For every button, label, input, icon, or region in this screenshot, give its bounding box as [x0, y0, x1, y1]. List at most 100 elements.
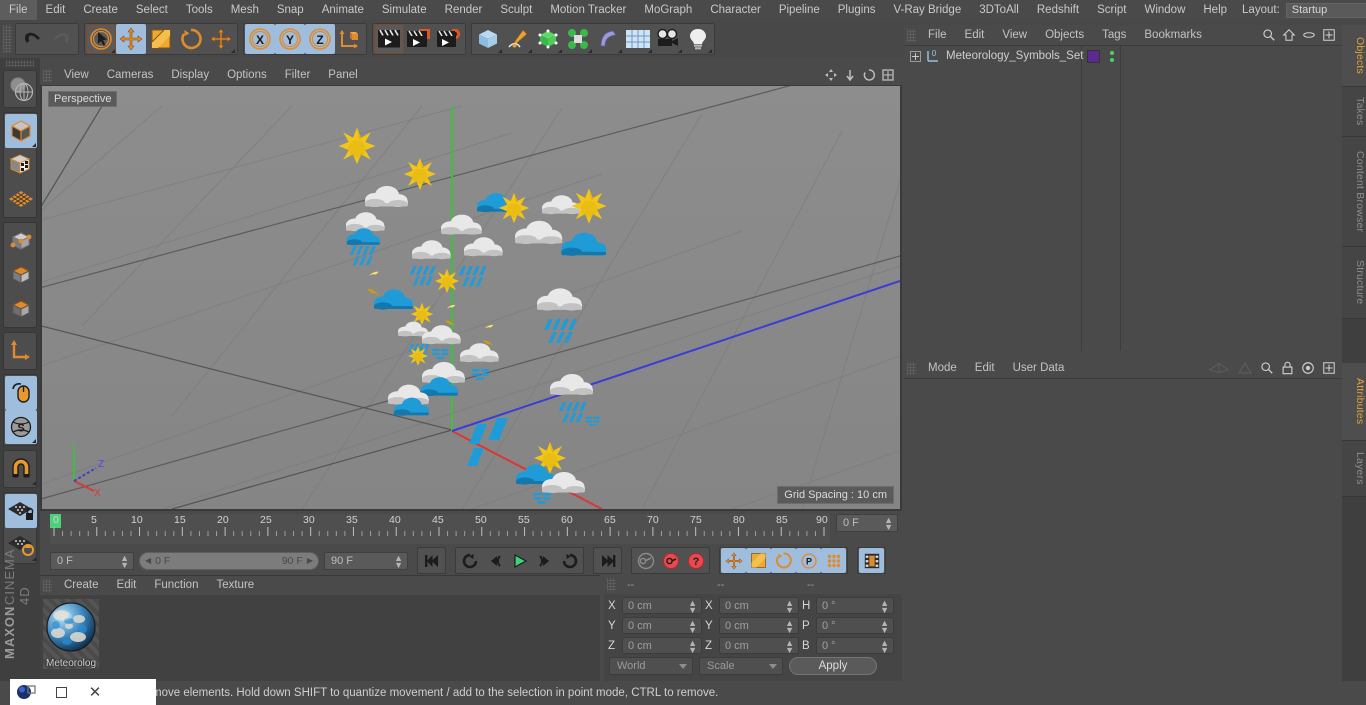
position-key-button[interactable] [721, 548, 746, 573]
coord-size-y-field[interactable]: 0 cm ▲ ▼ [719, 617, 799, 635]
menu-item-animate[interactable]: Animate [313, 0, 373, 20]
coordinate-mode-select[interactable]: Scale [699, 657, 783, 675]
coord-rot-b-field[interactable]: 0 ° ▲ ▼ [816, 637, 894, 655]
viewport-3d-canvas[interactable]: Perspective Grid Spacing : 10 cm Y X Z [42, 86, 900, 509]
menu-item-help[interactable]: Help [1194, 0, 1236, 20]
material-manager-body[interactable]: Meteorolog [40, 595, 600, 682]
spinner-icon[interactable]: ▲ ▼ [688, 639, 697, 655]
param-key-button[interactable]: P [796, 548, 821, 573]
apply-button[interactable]: Apply [789, 657, 877, 675]
scale-tool-button[interactable] [146, 24, 176, 54]
spinner-icon[interactable]: ▲ ▼ [884, 516, 893, 532]
tab-structure[interactable]: Structure [1342, 247, 1366, 319]
layout-select[interactable]: Startup [1285, 2, 1366, 18]
model-mode-button[interactable] [5, 114, 37, 148]
coord-pos-y-field[interactable]: 0 cm ▲ ▼ [622, 617, 702, 635]
step-back-button[interactable] [482, 548, 507, 573]
attribute-menu-user-data[interactable]: User Data [1004, 358, 1074, 378]
menu-item-render[interactable]: Render [436, 0, 492, 20]
menu-item-file[interactable]: File [0, 0, 37, 20]
menu-item-plugins[interactable]: Plugins [829, 0, 885, 20]
spinner-icon[interactable]: ▲ ▼ [785, 639, 794, 655]
coord-size-z-field[interactable]: 0 cm ▲ ▼ [719, 637, 799, 655]
coordinate-system-select[interactable]: World [609, 657, 693, 675]
search-icon[interactable] [1262, 28, 1276, 42]
move-duplicate-button[interactable] [206, 24, 236, 54]
step-forward-button[interactable] [532, 548, 557, 573]
current-frame-field[interactable]: 0 F ▲ ▼ [50, 551, 134, 570]
point-level-anim-button[interactable] [821, 548, 846, 573]
menu-item-edit[interactable]: Edit [37, 0, 75, 20]
viewport-menu-cameras[interactable]: Cameras [98, 65, 163, 85]
timeline-view-button[interactable] [859, 548, 884, 573]
timeline-ruler[interactable]: 0 5 10 15 20 25 30 35 40 45 50 55 60 65 … [50, 514, 830, 544]
coord-rot-p-field[interactable]: 0 ° ▲ ▼ [816, 617, 894, 635]
tab-layers[interactable]: Layers [1342, 441, 1366, 497]
keyframe-selection-button[interactable]: ? [683, 548, 708, 573]
minimize-panel-icon[interactable] [1302, 28, 1316, 42]
menu-item-3dtoall[interactable]: 3DToAll [970, 0, 1028, 20]
menu-item-snap[interactable]: Snap [268, 0, 313, 20]
viewport-menu-options[interactable]: Options [218, 65, 276, 85]
expand-panel-icon[interactable] [1322, 28, 1336, 42]
add-generator-button[interactable] [533, 24, 563, 54]
object-menu-tags[interactable]: Tags [1093, 25, 1135, 45]
material-menu-texture[interactable]: Texture [207, 576, 263, 595]
object-menu-objects[interactable]: Objects [1036, 25, 1093, 45]
spinner-icon[interactable]: ▲ ▼ [785, 599, 794, 615]
expand-panel-icon[interactable] [1322, 361, 1336, 375]
coord-size-x-field[interactable]: 0 cm ▲ ▼ [719, 597, 799, 615]
coord-rot-h-field[interactable]: 0 ° ▲ ▼ [816, 597, 894, 615]
attribute-manager-grip[interactable] [907, 361, 916, 375]
expand-toggle-icon[interactable] [910, 50, 921, 62]
polygons-mode-button[interactable] [5, 292, 37, 326]
frame-range-slider[interactable]: ◀ 0 F 90 F ▶ [139, 551, 319, 570]
left-toolbar-grip[interactable] [6, 60, 34, 67]
render-to-picture-viewer-button[interactable] [404, 24, 434, 54]
object-menu-bookmarks[interactable]: Bookmarks [1135, 25, 1211, 45]
viewport-menu-display[interactable]: Display [162, 65, 218, 85]
menu-item-script[interactable]: Script [1088, 0, 1135, 20]
viewport-grip[interactable] [43, 68, 52, 82]
spinner-icon[interactable]: ▲ ▼ [880, 639, 889, 655]
menu-item-tools[interactable]: Tools [177, 0, 222, 20]
home-icon[interactable] [1282, 28, 1296, 42]
scale-key-button[interactable] [746, 548, 771, 573]
object-menu-edit[interactable]: Edit [956, 25, 994, 45]
move-tool-button[interactable] [116, 24, 146, 54]
menu-item-mesh[interactable]: Mesh [222, 0, 268, 20]
timeline-right-field[interactable]: 0 F ▲ ▼ [836, 514, 898, 532]
go-to-end-button[interactable] [595, 548, 620, 573]
viewport-menu-filter[interactable]: Filter [276, 65, 320, 85]
edges-mode-button[interactable] [5, 258, 37, 292]
zoom-view-icon[interactable] [843, 68, 857, 82]
spinner-icon[interactable]: ▲ ▼ [880, 619, 889, 635]
texture-mode-button[interactable] [5, 148, 37, 182]
object-tag-swatch[interactable] [1087, 50, 1100, 63]
maximize-view-icon[interactable] [881, 68, 895, 82]
add-deformer-button[interactable] [593, 24, 623, 54]
menu-item-vray-bridge[interactable]: V-Ray Bridge [884, 0, 970, 20]
menu-item-create[interactable]: Create [74, 0, 127, 20]
menu-item-sculpt[interactable]: Sculpt [491, 0, 541, 20]
redo-button[interactable] [47, 24, 77, 54]
coordinates-grip[interactable] [607, 578, 616, 591]
object-manager-body[interactable]: 0 Meteorology_Symbols_Set [904, 45, 1342, 351]
material-manager-grip[interactable] [43, 579, 52, 592]
spinner-icon[interactable]: ▲ ▼ [688, 619, 697, 635]
enable-axis-button[interactable] [5, 376, 37, 410]
loop-button[interactable] [557, 548, 582, 573]
search-icon[interactable] [1260, 361, 1274, 375]
play-backwards-loop-button[interactable] [457, 548, 482, 573]
add-spline-button[interactable] [503, 24, 533, 54]
menu-item-pipeline[interactable]: Pipeline [770, 0, 829, 20]
coord-pos-z-field[interactable]: 0 cm ▲ ▼ [622, 637, 702, 655]
undo-button[interactable] [17, 24, 47, 54]
magnet-tool-button[interactable] [5, 452, 37, 486]
attribute-manager-body[interactable] [904, 378, 1342, 681]
add-light-button[interactable] [683, 24, 713, 54]
material-menu-function[interactable]: Function [145, 576, 207, 595]
maximize-window-button[interactable] [44, 679, 78, 705]
material-menu-edit[interactable]: Edit [108, 576, 146, 595]
lock-icon[interactable] [1281, 361, 1294, 375]
